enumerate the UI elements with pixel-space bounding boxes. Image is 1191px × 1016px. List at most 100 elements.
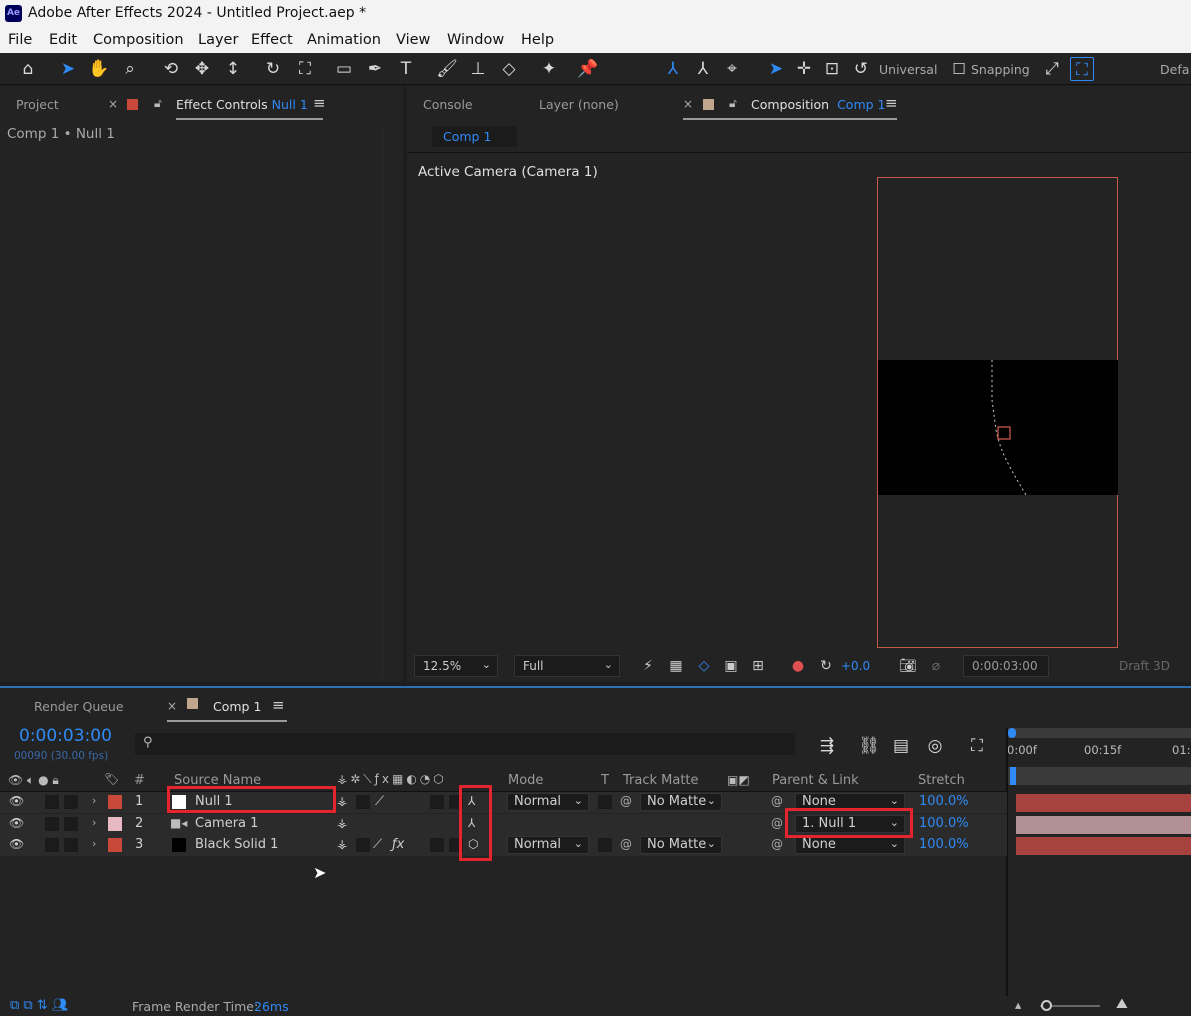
zoom-slider-handle[interactable] (1041, 1000, 1052, 1011)
menu-layer[interactable]: Layer (198, 32, 238, 48)
tab-project[interactable]: Project (16, 97, 59, 112)
tab-composition[interactable]: Composition Comp 1 (751, 97, 885, 112)
preserve-transparency[interactable] (598, 838, 612, 852)
tab-layer[interactable]: Layer (none) (539, 97, 619, 112)
fx-icon[interactable]: ƒx (392, 837, 404, 852)
stretch-value[interactable]: 100.0% (919, 816, 969, 831)
shy-icon[interactable]: ⚶ (337, 794, 347, 808)
mode-dropdown[interactable]: Normal ⌄ (507, 836, 589, 854)
collapse-switch[interactable] (356, 795, 370, 809)
roto-brush-icon[interactable]: ✦ (537, 57, 561, 81)
color-channels-icon[interactable]: ● (787, 655, 809, 677)
show-snapshot-icon[interactable]: ⌀ (925, 655, 947, 677)
type-tool-icon[interactable]: T (394, 57, 418, 81)
comp-subtab[interactable]: Comp 1 (432, 126, 517, 147)
zoom-out-icon[interactable]: ▴ (1015, 997, 1021, 1012)
close-icon[interactable]: × (167, 699, 177, 713)
menu-help[interactable]: Help (521, 32, 554, 48)
hand-tool-icon[interactable]: ✋ (87, 57, 111, 81)
region-of-interest-icon[interactable]: ▣ (720, 655, 742, 677)
clone-stamp-icon[interactable]: ⊥ (466, 57, 490, 81)
anchor-point-tool-icon[interactable]: ⛶ (293, 57, 317, 81)
fast-previews-icon[interactable]: ⚡ (637, 655, 659, 677)
current-time-display[interactable]: 0:00:03:00 (963, 655, 1049, 677)
chevron-right-icon[interactable]: › (92, 794, 96, 807)
adjustment-switch[interactable] (430, 795, 444, 809)
menu-window[interactable]: Window (447, 32, 504, 48)
quality-icon[interactable]: ⟋ (373, 837, 382, 852)
exposure-value[interactable]: +0.0 (841, 659, 870, 673)
rectangle-tool-icon[interactable]: ▭ (332, 57, 356, 81)
draft-3d-icon[interactable]: ⛓ (857, 734, 881, 758)
shy-icon[interactable]: ⚶ (337, 816, 347, 830)
panel-menu-icon[interactable]: ≡ (313, 94, 326, 112)
snap-icon[interactable]: ⤢ (1040, 57, 1064, 81)
menu-animation[interactable]: Animation (307, 32, 381, 48)
stretch-value[interactable]: 100.0% (919, 837, 969, 852)
lock-icon[interactable]: 🔓︎ (729, 96, 737, 111)
home-icon[interactable]: ⌂ (16, 57, 40, 81)
quality-icon[interactable]: ⟋ (375, 794, 384, 809)
tab-comp-1[interactable]: Comp 1 (213, 699, 261, 714)
brush-tool-icon[interactable]: 🖌 (435, 57, 459, 81)
view-axis-mode-icon[interactable]: ⌖ (720, 57, 744, 81)
work-area-bar[interactable] (1007, 728, 1191, 738)
layer-label-color[interactable] (108, 838, 122, 852)
menu-file[interactable]: File (8, 32, 32, 48)
eye-icon[interactable]: 👁︎ (9, 816, 24, 830)
menu-edit[interactable]: Edit (49, 32, 77, 48)
track-matte-dropdown[interactable]: No Matte ⌄ (640, 793, 722, 811)
menu-view[interactable]: View (396, 32, 430, 48)
lock-switch[interactable] (64, 817, 78, 831)
status-toggle-icons[interactable]: ⧉ ⧉ ⇅ 👥︎ (10, 998, 68, 1013)
stretch-value[interactable]: 100.0% (919, 794, 969, 809)
tab-render-queue[interactable]: Render Queue (34, 699, 124, 714)
transparency-grid-icon[interactable]: ▦ (665, 655, 687, 677)
grid-guides-icon[interactable]: ⊞ (747, 655, 769, 677)
world-axis-mode-icon[interactable]: ⅄ (691, 57, 715, 81)
local-axis-mode-icon[interactable]: ⅄ (661, 57, 685, 81)
mode-dropdown[interactable]: Normal ⌄ (507, 793, 589, 811)
pick-whip-icon[interactable]: @ (620, 837, 632, 851)
tab-console[interactable]: Console (423, 97, 473, 112)
eraser-tool-icon[interactable]: ◇ (497, 57, 521, 81)
tab-effect-controls[interactable]: Effect Controls Null 1 (176, 97, 308, 112)
current-time[interactable]: 0:00:03:00 (19, 726, 112, 746)
3d-scale-icon[interactable]: ⊡ (820, 57, 844, 81)
lock-switch[interactable] (64, 795, 78, 809)
draft-3d-label[interactable]: Draft 3D (1119, 659, 1170, 673)
collapse-switch[interactable] (356, 838, 370, 852)
menu-composition[interactable]: Composition (93, 32, 184, 48)
layer-name[interactable]: Camera 1 (195, 816, 258, 831)
frame-blending-icon[interactable]: ▤ (889, 734, 913, 758)
solo-switch[interactable] (45, 795, 59, 809)
adjustment-switch[interactable] (430, 838, 444, 852)
scrollbar-track[interactable] (382, 126, 383, 678)
pan-camera-icon[interactable]: ✥ (190, 57, 214, 81)
composition-mini-flowchart-icon[interactable]: ⇶ (815, 734, 839, 758)
snap-guides-icon[interactable]: ⛶ (1070, 57, 1094, 81)
parent-dropdown[interactable]: None ⌄ (795, 836, 905, 854)
current-time-indicator[interactable] (1010, 767, 1016, 785)
zoom-dropdown[interactable]: 12.5% ⌄ (414, 655, 498, 677)
pen-tool-icon[interactable]: ✒ (363, 57, 387, 81)
layer-bar-camera-1[interactable] (1016, 816, 1191, 834)
time-navigator[interactable] (1007, 767, 1191, 785)
zoom-tool-icon[interactable]: ⌕ (118, 57, 142, 81)
menu-effect[interactable]: Effect (251, 32, 293, 48)
zoom-in-icon[interactable]: ⛰ (1116, 996, 1128, 1012)
shy-icon[interactable]: ⚶ (337, 837, 347, 851)
orbit-camera-icon[interactable]: ⟲ (159, 57, 183, 81)
solo-switch[interactable] (45, 838, 59, 852)
resolution-dropdown[interactable]: Full ⌄ (514, 655, 620, 677)
track-matte-dropdown[interactable]: No Matte ⌄ (640, 836, 722, 854)
parent-pick-whip-icon[interactable]: @ (771, 794, 783, 808)
snapshot-camera-icon[interactable]: 📷︎ (897, 655, 919, 677)
motion-blur-icon[interactable]: ◎ (923, 734, 947, 758)
chevron-right-icon[interactable]: › (92, 837, 96, 850)
workspace-label[interactable]: Defa (1160, 62, 1189, 77)
close-icon[interactable]: × (108, 97, 118, 111)
label-tag-icon[interactable]: 🏷︎ (104, 772, 119, 786)
selection-tool-icon[interactable]: ➤ (56, 57, 80, 81)
parent-pick-whip-icon[interactable]: @ (771, 816, 783, 830)
